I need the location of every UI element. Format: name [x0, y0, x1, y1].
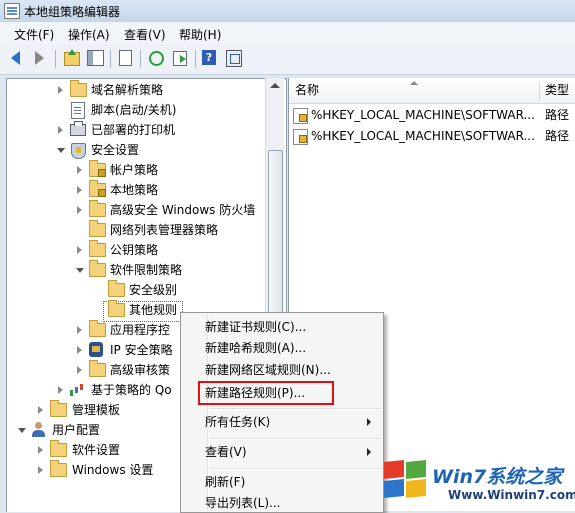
expand-arrow-icon[interactable] — [38, 406, 43, 414]
folder-icon — [89, 320, 106, 337]
menu-item-export-list[interactable]: 导出列表(L)... — [205, 493, 281, 513]
toolbar-separator — [140, 50, 141, 68]
expand-arrow-icon[interactable] — [38, 466, 43, 474]
expand-arrow-icon[interactable] — [77, 366, 82, 374]
folder-icon — [50, 460, 67, 477]
folder-icon — [89, 240, 106, 257]
folder-icon — [108, 300, 125, 317]
highlight-box — [198, 381, 334, 405]
list-row[interactable]: %HKEY_LOCAL_MACHINE\SOFTWAR... 路径 — [292, 126, 575, 146]
qos-chart-icon — [70, 383, 84, 396]
menu-item-new-hash-rule[interactable]: 新建哈希规则(A)... — [205, 338, 306, 358]
toolbar-separator — [195, 50, 196, 68]
menu-file[interactable]: 文件(F) — [14, 26, 54, 43]
folder-icon — [89, 360, 106, 377]
folder-icon — [50, 400, 67, 417]
menu-item-refresh[interactable]: 刷新(F) — [205, 472, 245, 492]
folder-icon — [50, 440, 67, 457]
forward-arrow-icon[interactable] — [30, 49, 48, 67]
submenu-arrow-icon — [367, 418, 371, 426]
column-header-type[interactable]: 类型 — [540, 78, 575, 104]
properties-doc-icon[interactable] — [116, 49, 134, 67]
folder-icon — [70, 80, 87, 97]
toolbar-separator — [110, 50, 111, 68]
folder-lock-icon — [89, 160, 106, 177]
menu-item-new-certificate-rule[interactable]: 新建证书规则(C)... — [205, 317, 306, 337]
app-icon — [4, 3, 20, 19]
expand-arrow-icon[interactable] — [38, 446, 43, 454]
script-doc-icon — [71, 102, 85, 119]
menu-view[interactable]: 查看(V) — [124, 26, 166, 43]
watermark-brand: Win7系统之家 — [432, 466, 563, 488]
expand-arrow-icon[interactable] — [77, 186, 82, 194]
submenu-arrow-icon — [367, 448, 371, 456]
collapse-arrow-icon[interactable] — [76, 268, 84, 273]
menu-action[interactable]: 操作(A) — [68, 26, 110, 43]
expand-arrow-icon[interactable] — [77, 166, 82, 174]
expand-arrow-icon[interactable] — [58, 386, 63, 394]
export-list-icon[interactable] — [171, 49, 189, 67]
scroll-up-arrow-icon[interactable] — [270, 83, 280, 88]
expand-arrow-icon[interactable] — [58, 86, 63, 94]
path-rule-icon — [293, 129, 308, 145]
ip-security-icon — [89, 342, 103, 357]
menu-item-all-tasks[interactable]: 所有任务(K) — [205, 412, 270, 432]
toolbar-separator — [55, 50, 56, 68]
menu-item-view[interactable]: 查看(V) — [205, 442, 247, 462]
list-row[interactable]: %HKEY_LOCAL_MACHINE\SOFTWAR... 路径 — [292, 105, 575, 125]
collapse-arrow-icon[interactable] — [18, 428, 26, 433]
show-hide-tree-icon[interactable] — [86, 49, 104, 67]
folder-icon — [89, 220, 106, 237]
windows-logo-icon — [384, 459, 428, 499]
expand-arrow-icon[interactable] — [77, 206, 82, 214]
expand-arrow-icon[interactable] — [77, 346, 82, 354]
printer-icon — [70, 121, 86, 136]
window-title: 本地组策略编辑器 — [24, 5, 121, 19]
folder-lock-icon — [89, 180, 106, 197]
folder-icon — [89, 200, 106, 217]
menu-item-new-network-zone-rule[interactable]: 新建网络区域规则(N)... — [205, 360, 331, 380]
menu-bar: 文件(F) 操作(A) 查看(V) 帮助(H) — [0, 22, 575, 45]
expand-arrow-icon[interactable] — [77, 326, 82, 334]
menu-help[interactable]: 帮助(H) — [179, 26, 221, 43]
path-rule-icon — [293, 108, 308, 124]
back-arrow-icon[interactable] — [8, 49, 26, 67]
menu-separator — [209, 438, 381, 440]
watermark: Win7系统之家 Www.Winwin7.com — [380, 458, 575, 511]
expand-arrow-icon[interactable] — [58, 126, 63, 134]
context-menu: 新建证书规则(C)... 新建哈希规则(A)... 新建网络区域规则(N)...… — [180, 312, 384, 513]
toolbar: ? — [0, 44, 575, 75]
security-shield-icon — [71, 143, 86, 159]
folder-icon — [89, 260, 106, 277]
show-action-pane-icon[interactable] — [224, 49, 242, 67]
folder-icon — [108, 280, 125, 297]
watermark-url: Www.Winwin7.com — [448, 488, 575, 502]
up-folder-icon[interactable] — [62, 49, 80, 67]
user-config-icon — [31, 422, 46, 438]
help-icon[interactable]: ? — [200, 49, 218, 67]
menu-separator — [209, 408, 381, 410]
expand-arrow-icon[interactable] — [77, 246, 82, 254]
sort-ascending-icon — [410, 81, 418, 85]
refresh-icon[interactable] — [147, 49, 165, 67]
title-bar: 本地组策略编辑器 — [0, 0, 575, 22]
menu-separator — [209, 468, 381, 470]
collapse-arrow-icon[interactable] — [57, 148, 65, 153]
